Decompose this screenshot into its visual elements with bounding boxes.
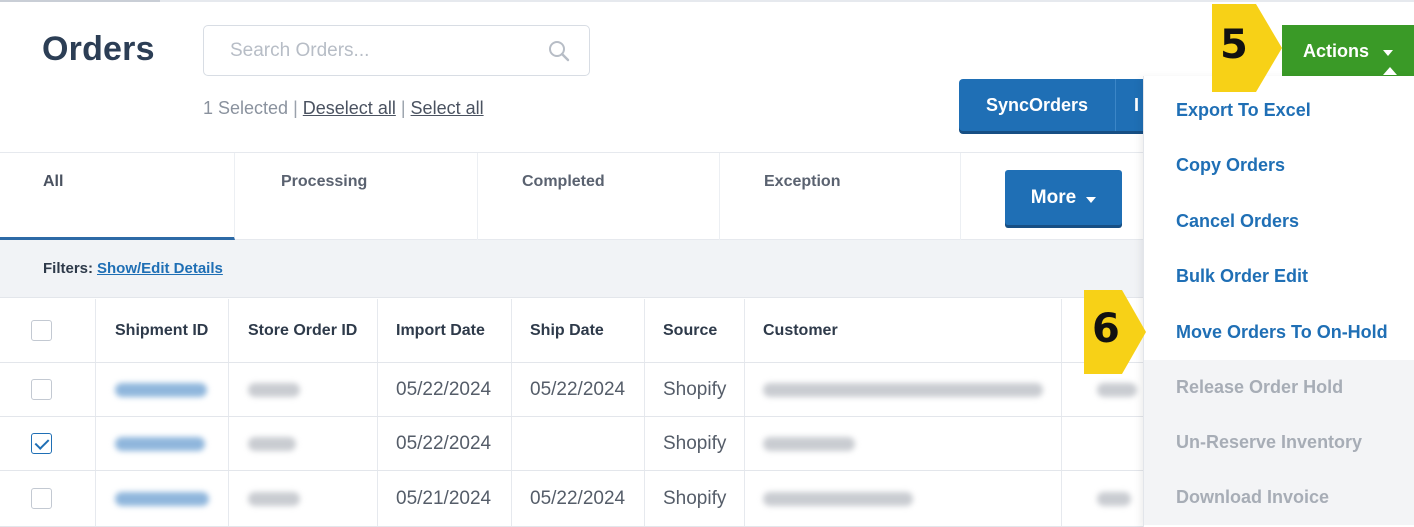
- row-checkbox-cell: [0, 471, 96, 526]
- redacted-text: [763, 382, 1043, 397]
- shipment-id-cell[interactable]: [96, 471, 229, 526]
- ship-date-cell: 05/22/2024: [512, 471, 645, 526]
- store-order-id-cell: [229, 363, 378, 416]
- menu-item-copy-orders[interactable]: Copy Orders: [1144, 138, 1414, 193]
- selection-bar: 1 Selected | Deselect all | Select all: [203, 98, 484, 119]
- customer-cell: [745, 417, 1062, 470]
- tab-label: Processing: [281, 173, 368, 190]
- tab-label: Exception: [764, 173, 841, 190]
- more-label: More: [1030, 186, 1077, 208]
- tab-label: All: [43, 173, 64, 190]
- selected-count: 1 Selected: [203, 98, 289, 118]
- row-checkbox-cell: [0, 363, 96, 416]
- redacted-text: [248, 436, 296, 451]
- separator: |: [293, 98, 298, 118]
- filters-label: Filters:: [43, 260, 94, 277]
- search-box[interactable]: [203, 25, 590, 76]
- table-row[interactable]: 05/21/2024 05/22/2024 Shopify: [0, 471, 1145, 527]
- chevron-down-icon: [1383, 49, 1393, 56]
- header-checkbox-cell: [0, 299, 96, 362]
- table-row[interactable]: 05/22/2024 Shopify: [0, 417, 1145, 471]
- redacted-text: [115, 382, 207, 397]
- actions-label: Actions: [1302, 40, 1369, 61]
- actions-dropdown-menu: Export To Excel Copy Orders Cancel Order…: [1143, 76, 1414, 527]
- sync-orders-button[interactable]: SyncOrders: [959, 79, 1115, 131]
- shipment-id-cell[interactable]: [96, 363, 229, 416]
- tab-label: Completed: [522, 173, 605, 190]
- redacted-text: [763, 491, 913, 506]
- row-checkbox[interactable]: [31, 488, 52, 509]
- ship-date-cell: 05/22/2024: [512, 363, 645, 416]
- source-cell: Shopify: [645, 417, 745, 470]
- column-header[interactable]: Ship Date: [512, 299, 645, 362]
- dropdown-pointer: [1383, 67, 1397, 75]
- redacted-text: [763, 436, 855, 451]
- select-all-checkbox[interactable]: [31, 320, 52, 341]
- table-row[interactable]: 05/22/2024 05/22/2024 Shopify: [0, 363, 1145, 417]
- step-6-marker: 6: [1082, 288, 1152, 374]
- store-order-id-cell: [229, 471, 378, 526]
- step-number: 6: [1092, 306, 1120, 352]
- search-input[interactable]: [230, 38, 530, 64]
- menu-item-move-orders-to-on-hold[interactable]: Move Orders To On-Hold: [1144, 305, 1414, 360]
- column-header[interactable]: Shipment ID: [96, 299, 229, 362]
- column-header[interactable]: Store Order ID: [229, 299, 378, 362]
- menu-item-bulk-order-edit[interactable]: Bulk Order Edit: [1144, 249, 1414, 304]
- tab-exception[interactable]: Exception: [720, 153, 961, 240]
- chevron-down-icon: [1086, 196, 1097, 203]
- redacted-text: [248, 491, 300, 506]
- import-date-cell: 05/21/2024: [378, 471, 512, 526]
- extra-cell: [1062, 417, 1145, 470]
- search-icon[interactable]: [547, 39, 571, 63]
- row-checkbox-cell: [0, 417, 96, 470]
- menu-item-un-reserve-inventory: Un-Reserve Inventory: [1144, 415, 1414, 470]
- show-edit-details-link[interactable]: Show/Edit Details: [97, 260, 223, 277]
- ship-date-cell: [512, 417, 645, 470]
- tab-completed[interactable]: Completed: [478, 153, 720, 240]
- menu-item-cancel-orders[interactable]: Cancel Orders: [1144, 194, 1414, 249]
- separator: |: [400, 98, 406, 118]
- shipment-id-cell[interactable]: [96, 417, 229, 470]
- select-all-link[interactable]: Select all: [411, 98, 484, 118]
- import-date-cell: 05/22/2024: [378, 363, 512, 416]
- row-checkbox[interactable]: [31, 379, 52, 400]
- redacted-text: [115, 491, 209, 506]
- table-header-row: Shipment ID Store Order ID Import Date S…: [0, 299, 1145, 363]
- filters-bar: Filters: Show/Edit Details: [0, 240, 1145, 298]
- redacted-text: [1097, 382, 1137, 397]
- store-order-id-cell: [229, 417, 378, 470]
- column-header[interactable]: Customer: [745, 299, 1062, 362]
- top-divider: [0, 0, 1414, 2]
- menu-item-release-order-hold: Release Order Hold: [1144, 360, 1414, 415]
- step-5-marker: 5: [1208, 2, 1282, 92]
- customer-cell: [745, 363, 1062, 416]
- import-date-cell: 05/22/2024: [378, 417, 512, 470]
- source-cell: Shopify: [645, 471, 745, 526]
- tab-all[interactable]: All: [0, 153, 235, 240]
- sync-orders-label: SyncOrders: [985, 94, 1089, 115]
- top-tab-indicator: [0, 0, 160, 2]
- more-button[interactable]: More: [1005, 170, 1122, 225]
- deselect-all-link[interactable]: Deselect all: [303, 98, 396, 118]
- column-header[interactable]: Import Date: [378, 299, 512, 362]
- import-label: I: [1134, 94, 1140, 115]
- source-cell: Shopify: [645, 363, 745, 416]
- redacted-text: [1097, 491, 1131, 506]
- redacted-text: [115, 436, 205, 451]
- tab-processing[interactable]: Processing: [235, 153, 478, 240]
- extra-cell: [1062, 471, 1145, 526]
- customer-cell: [745, 471, 1062, 526]
- menu-item-download-invoice: Download Invoice: [1144, 470, 1414, 525]
- row-checkbox-checked[interactable]: [31, 433, 52, 454]
- status-tabs: All Processing Completed Exception: [0, 152, 1145, 240]
- page-title: Orders: [42, 30, 155, 68]
- step-number: 5: [1220, 22, 1248, 68]
- column-header[interactable]: Source: [645, 299, 745, 362]
- redacted-text: [248, 382, 300, 397]
